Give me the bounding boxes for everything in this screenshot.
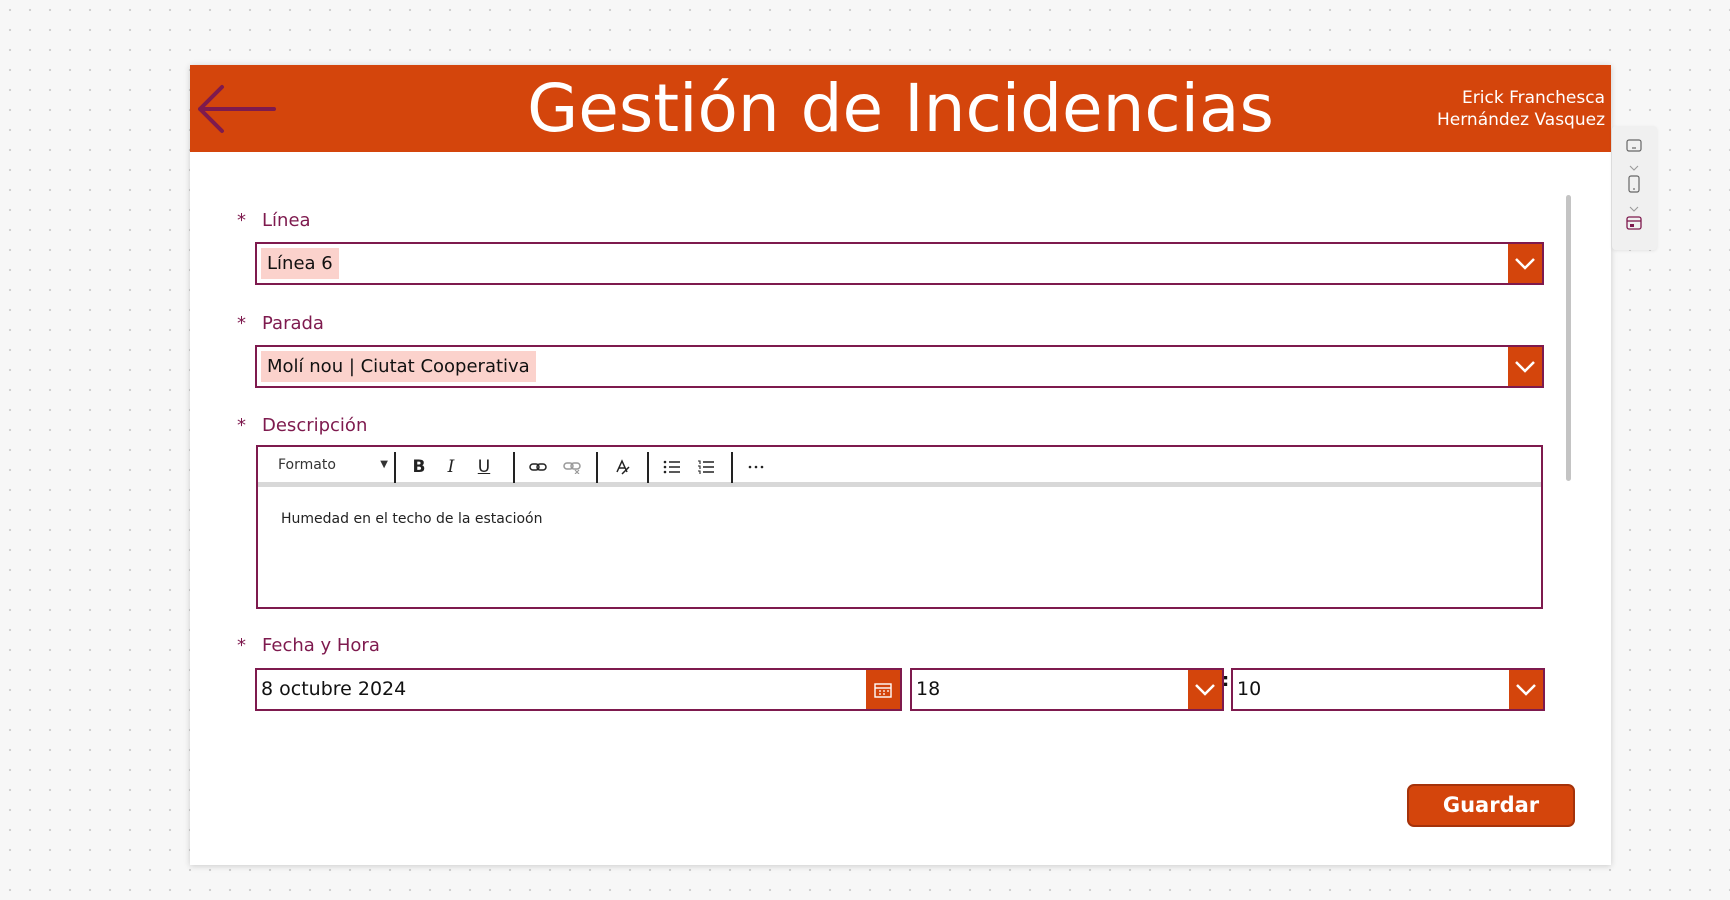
- format-dropdown-label: Formato: [278, 457, 336, 473]
- italic-button[interactable]: I: [438, 455, 464, 479]
- fecha-hora-label-text: Fecha y Hora: [262, 635, 380, 656]
- required-mark: *: [237, 313, 246, 334]
- user-name-line2: Hernández Vasquez: [1436, 110, 1605, 130]
- minute-value: 10: [1237, 678, 1262, 700]
- hour-value: 18: [916, 678, 941, 700]
- date-picker[interactable]: 8 octubre 2024: [255, 668, 902, 711]
- more-options-button[interactable]: [743, 455, 769, 479]
- form-icon: [1626, 216, 1642, 230]
- parada-label-text: Parada: [262, 313, 324, 334]
- linea-label-text: Línea: [262, 210, 311, 231]
- clear-format-icon: [616, 459, 630, 475]
- bullet-list-icon: [663, 460, 680, 474]
- format-dropdown[interactable]: Formato ▼: [278, 457, 388, 479]
- form-view-button[interactable]: [1626, 215, 1642, 234]
- linea-expand-button[interactable]: [1508, 244, 1542, 283]
- page-title: Gestión de Incidencias: [527, 70, 1274, 147]
- linea-dropdown[interactable]: Línea 6: [255, 242, 1544, 285]
- fecha-hora-label: * Fecha y Hora: [237, 635, 380, 656]
- chevron-down-icon[interactable]: [1629, 156, 1639, 175]
- parada-label: * Parada: [237, 313, 324, 334]
- linea-label: * Línea: [237, 210, 311, 231]
- screen-size-button[interactable]: [1626, 138, 1642, 157]
- clear-format-button[interactable]: [609, 455, 635, 479]
- underline-button[interactable]: U: [471, 455, 497, 479]
- time-separator: :: [1222, 670, 1230, 691]
- save-button[interactable]: Guardar: [1407, 784, 1575, 827]
- date-value: 8 octubre 2024: [261, 678, 407, 700]
- descripcion-text[interactable]: Humedad en el techo de la estacioón: [281, 511, 542, 527]
- chevron-down-icon: [1515, 360, 1535, 373]
- chevron-down-icon[interactable]: [1629, 197, 1639, 216]
- required-mark: *: [237, 415, 246, 436]
- user-name: Erick Franchesca Hernández Vasquez: [1437, 87, 1605, 131]
- numbered-list-button[interactable]: [693, 455, 719, 479]
- user-name-line1: Erick Franchesca: [1462, 88, 1605, 108]
- toolbar-divider: [394, 452, 396, 483]
- app-header: Gestión de Incidencias Erick Franchesca …: [190, 65, 1611, 152]
- italic-icon: I: [447, 457, 455, 477]
- required-mark: *: [237, 635, 246, 656]
- tablet-icon: [1626, 139, 1642, 152]
- bold-icon: B: [412, 457, 426, 477]
- descripcion-rich-text-editor[interactable]: Formato ▼ B I U Humedad en el techo de l…: [256, 445, 1543, 609]
- parada-dropdown[interactable]: Molí nou | Ciutat Cooperativa: [255, 345, 1544, 388]
- toolbar-divider: [596, 452, 598, 483]
- phone-icon: [1628, 175, 1640, 193]
- toolbar-divider: [731, 452, 733, 483]
- link-icon: [529, 463, 547, 471]
- vertical-scrollbar[interactable]: [1566, 195, 1571, 481]
- hour-expand-button[interactable]: [1188, 670, 1222, 709]
- chevron-down-icon: [1195, 683, 1215, 696]
- toolbar-divider: [513, 452, 515, 483]
- bold-button[interactable]: B: [406, 455, 432, 479]
- parada-expand-button[interactable]: [1508, 347, 1542, 386]
- caret-down-icon: ▼: [380, 459, 388, 470]
- bullet-list-button[interactable]: [659, 455, 685, 479]
- chevron-down-icon: [1516, 683, 1536, 696]
- numbered-list-icon: [698, 460, 714, 474]
- minute-expand-button[interactable]: [1509, 670, 1543, 709]
- unlink-icon: [563, 462, 581, 474]
- minute-dropdown[interactable]: 10: [1231, 668, 1545, 711]
- hour-dropdown[interactable]: 18: [910, 668, 1224, 711]
- link-button[interactable]: [525, 455, 551, 479]
- parada-selected-value: Molí nou | Ciutat Cooperativa: [261, 351, 536, 382]
- phone-view-button[interactable]: [1628, 175, 1640, 197]
- app-canvas: Gestión de Incidencias Erick Franchesca …: [190, 65, 1611, 865]
- calendar-button[interactable]: [866, 670, 900, 709]
- more-icon: [748, 465, 764, 469]
- underline-icon: U: [477, 457, 491, 477]
- unlink-button[interactable]: [559, 455, 585, 479]
- toolbar-divider: [647, 452, 649, 483]
- linea-selected-value: Línea 6: [261, 248, 339, 279]
- descripcion-label-text: Descripción: [262, 415, 368, 436]
- calendar-icon: [874, 682, 892, 698]
- chevron-down-icon: [1515, 257, 1535, 270]
- required-mark: *: [237, 210, 246, 231]
- descripcion-label: * Descripción: [237, 415, 368, 436]
- rte-toolbar: Formato ▼ B I U: [258, 447, 1541, 487]
- side-toolbar: [1612, 126, 1657, 250]
